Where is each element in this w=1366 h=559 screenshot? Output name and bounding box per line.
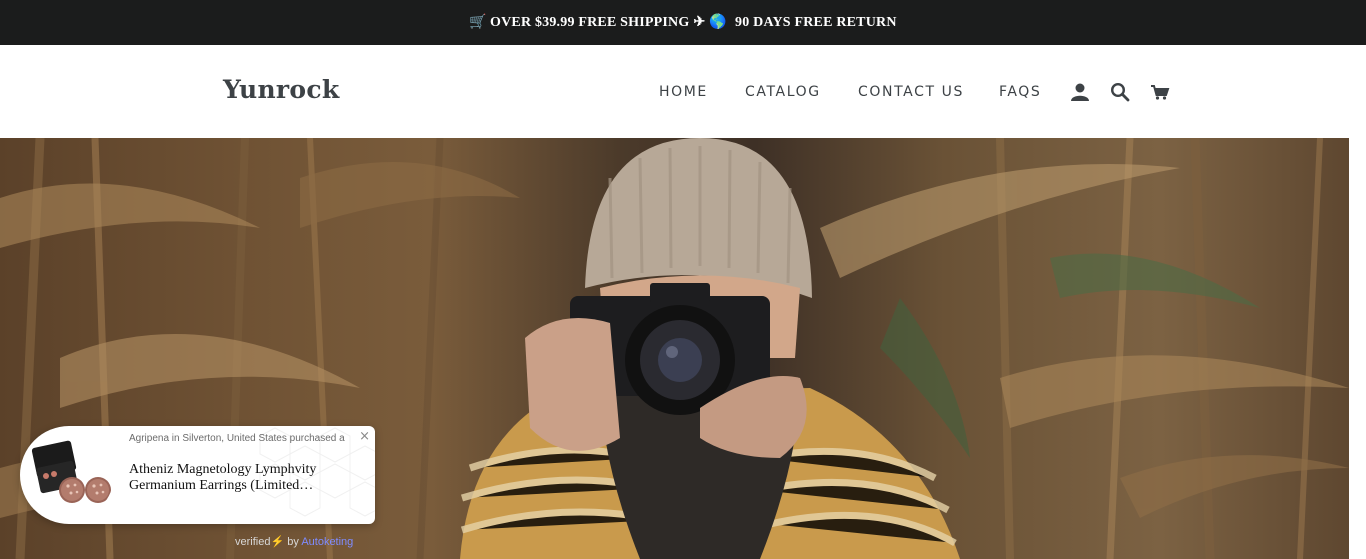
nav-contact-us[interactable]: CONTACT US xyxy=(858,84,964,100)
cart-icon: 🛒 xyxy=(469,15,487,30)
close-icon[interactable]: × xyxy=(359,429,370,444)
nav-catalog[interactable]: CATALOG xyxy=(745,84,821,100)
verified-by: by xyxy=(287,536,299,548)
bolt-icon: ⚡ xyxy=(270,536,285,548)
popup-product-name[interactable]: Atheniz Magnetology Lymphvity Germanium … xyxy=(129,462,364,494)
verified-text: verified xyxy=(235,536,271,548)
autoketing-link[interactable]: Autoketing xyxy=(301,536,353,548)
popup-purchase-meta: Agripena in Silverton, United States pur… xyxy=(129,433,345,444)
plane-icon: ✈ xyxy=(693,15,706,30)
sales-popup[interactable]: Agripena in Silverton, United States pur… xyxy=(20,426,375,524)
announcement-return-text: 90 DAYS FREE RETURN xyxy=(735,14,897,30)
search-icon[interactable] xyxy=(1109,81,1131,103)
product-thumbnail[interactable] xyxy=(24,430,114,520)
account-icon[interactable] xyxy=(1069,81,1091,103)
nav-faqs[interactable]: FAQS xyxy=(999,84,1041,100)
site-logo[interactable]: Yunrock xyxy=(223,75,340,104)
globe-icon: 🌎 xyxy=(709,15,728,30)
announcement-shipping-text: OVER $39.99 FREE SHIPPING xyxy=(490,14,690,30)
cart-icon[interactable] xyxy=(1149,81,1171,103)
site-header: Yunrock HOME CATALOG CONTACT US FAQS xyxy=(0,45,1366,138)
announcement-bar: 🛒 OVER $39.99 FREE SHIPPING ✈ 🌎 90 DAYS … xyxy=(0,0,1366,45)
verified-badge: verified⚡ by Autoketing xyxy=(235,535,353,548)
nav-home[interactable]: HOME xyxy=(659,84,708,100)
